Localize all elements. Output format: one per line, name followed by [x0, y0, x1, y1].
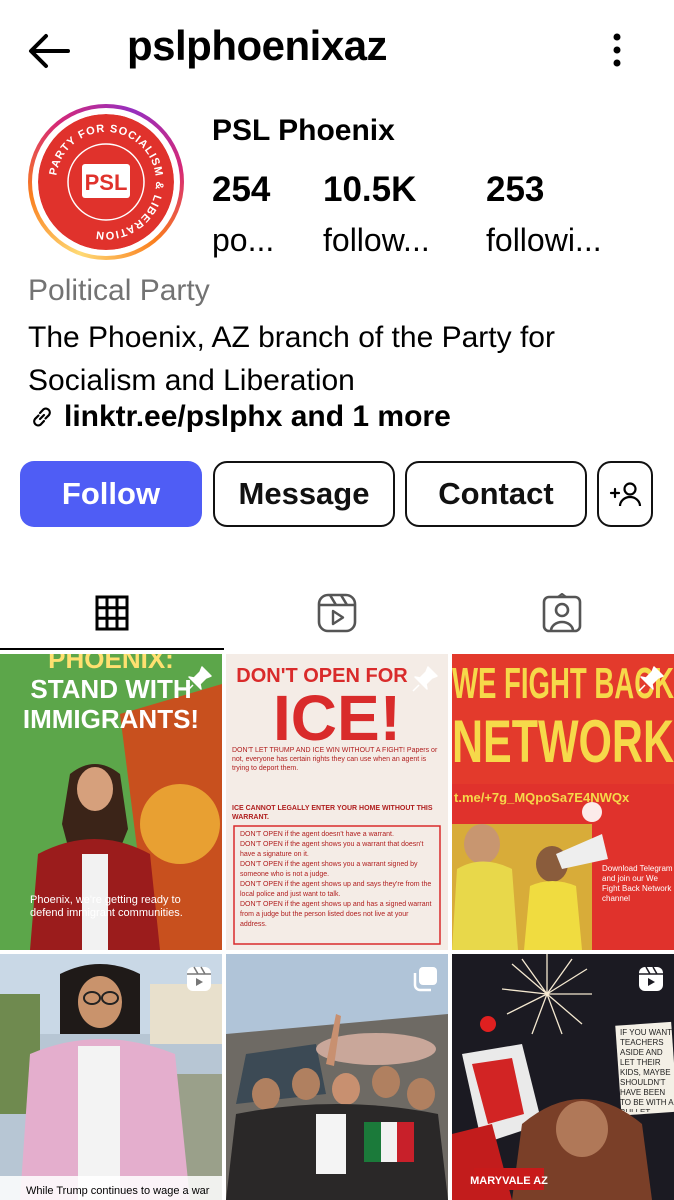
post-image: PHOENIX: STAND WITH IMMIGRANTS! Phoenix,…: [0, 654, 222, 950]
carousel-icon: [413, 967, 437, 992]
tab-posts-grid[interactable]: [0, 575, 224, 650]
tagged-icon: [542, 592, 582, 632]
avatar: PARTY FOR SOCIALISM & LIBERATION PSL: [38, 114, 174, 250]
back-button[interactable]: [24, 28, 74, 74]
post-tile[interactable]: While Trump continues to wage a war: [0, 954, 222, 1200]
post-2-paragraph-2: ICE CANNOT LEGALLY ENTER YOUR HOME WITHO…: [232, 805, 433, 821]
stat-posts[interactable]: 254 po...: [212, 170, 274, 260]
top-bar: pslphoenixaz: [0, 0, 674, 100]
tab-tagged[interactable]: [450, 575, 674, 650]
post-2-headline-2: ICE!: [273, 682, 401, 754]
grid-icon: [95, 595, 129, 630]
post-2-rule: DON'T OPEN if the agent shows up and has…: [240, 901, 432, 928]
suggested-accounts-button[interactable]: [597, 461, 653, 527]
link-icon: [33, 407, 51, 427]
post-1-headline-2: STAND WITH: [30, 674, 191, 704]
post-6-sign: IF YOU WANT TEACHERS ASIDE AND LET THEIR…: [620, 1028, 674, 1112]
post-3-link: t.me/+7g_MQpoSa7E4NWQx: [454, 790, 630, 805]
follow-button[interactable]: Follow: [20, 461, 202, 527]
profile-tabs: [0, 575, 674, 650]
stat-followers[interactable]: 10.5K follow...: [323, 170, 430, 260]
post-tile[interactable]: IF YOU WANT TEACHERS ASIDE AND LET THEIR…: [452, 954, 674, 1200]
stat-posts-count: 254: [212, 170, 271, 209]
post-2-rule: DON'T OPEN if the agent shows up and say…: [240, 881, 432, 898]
profile-username: pslphoenixaz: [127, 22, 388, 69]
post-tile[interactable]: PHOENIX: STAND WITH IMMIGRANTS! Phoenix,…: [0, 654, 222, 950]
posts-grid: PHOENIX: STAND WITH IMMIGRANTS! Phoenix,…: [0, 654, 674, 1200]
post-image: WE FIGHT BACK NETWORK t.me/+7g_MQpoSa7E4…: [452, 654, 674, 950]
stat-following[interactable]: 253 followi...: [486, 170, 602, 260]
post-tile[interactable]: [226, 954, 448, 1200]
stat-following-count: 253: [486, 170, 545, 209]
post-2-rule: DON'T OPEN if the agent doesn't have a w…: [240, 831, 394, 838]
post-1-headline-1: PHOENIX:: [48, 654, 174, 674]
profile-display-name: PSL Phoenix: [212, 114, 395, 147]
stat-followers-count: 10.5K: [323, 170, 417, 209]
pin-icon: [186, 666, 212, 692]
post-image: DON'T OPEN FOR ICE! DON'T LET TRUMP AND …: [226, 654, 448, 950]
post-tile[interactable]: WE FIGHT BACK NETWORK t.me/+7g_MQpoSa7E4…: [452, 654, 674, 950]
post-tile[interactable]: DON'T OPEN FOR ICE! DON'T LET TRUMP AND …: [226, 654, 448, 950]
pin-icon: [638, 666, 664, 692]
reels-icon: [317, 593, 357, 632]
post-2-rule: DON'T OPEN if the agent shows you a warr…: [240, 861, 418, 878]
avatar-story-ring[interactable]: PARTY FOR SOCIALISM & LIBERATION PSL: [28, 104, 184, 260]
back-arrow-icon: [29, 34, 70, 68]
profile-link[interactable]: linktr.ee/pslphx and 1 more: [28, 400, 451, 434]
tab-reels[interactable]: [225, 575, 449, 650]
contact-button[interactable]: Contact: [405, 461, 587, 527]
post-3-headline-2: NETWORK: [452, 708, 674, 775]
message-button[interactable]: Message: [213, 461, 395, 527]
post-2-paragraph-1: DON'T LET TRUMP AND ICE WIN WITHOUT A FI…: [232, 747, 438, 772]
svg-text:PSL: PSL: [85, 170, 128, 195]
reels-badge-icon: [187, 966, 211, 991]
post-3-cta: Download Telegram and join our We Fight …: [602, 864, 673, 903]
post-1-headline-3: IMMIGRANTS!: [23, 704, 199, 734]
vertical-dots-icon: [613, 33, 621, 67]
profile-category: Political Party: [28, 274, 210, 307]
reels-badge-icon: [639, 966, 663, 991]
post-2-rule: DON'T OPEN if the agent shows you a warr…: [240, 841, 424, 858]
stat-following-label: followi...: [486, 222, 602, 258]
stat-posts-label: po...: [212, 222, 275, 258]
post-6-caption: MARYVALE AZ: [470, 1175, 548, 1187]
profile-bio: The Phoenix, AZ branch of the Party for …: [28, 321, 555, 397]
post-4-caption: While Trump continues to wage a war: [26, 1185, 210, 1197]
more-options-button[interactable]: [600, 28, 634, 72]
post-1-caption: Phoenix, we're getting ready to defend i…: [30, 894, 183, 919]
profile-link-text: linktr.ee/pslphx and 1 more: [64, 400, 451, 433]
add-person-icon: [609, 482, 642, 507]
pin-icon: [412, 666, 438, 692]
active-tab-indicator: [0, 648, 224, 650]
stat-followers-label: follow...: [323, 222, 430, 258]
